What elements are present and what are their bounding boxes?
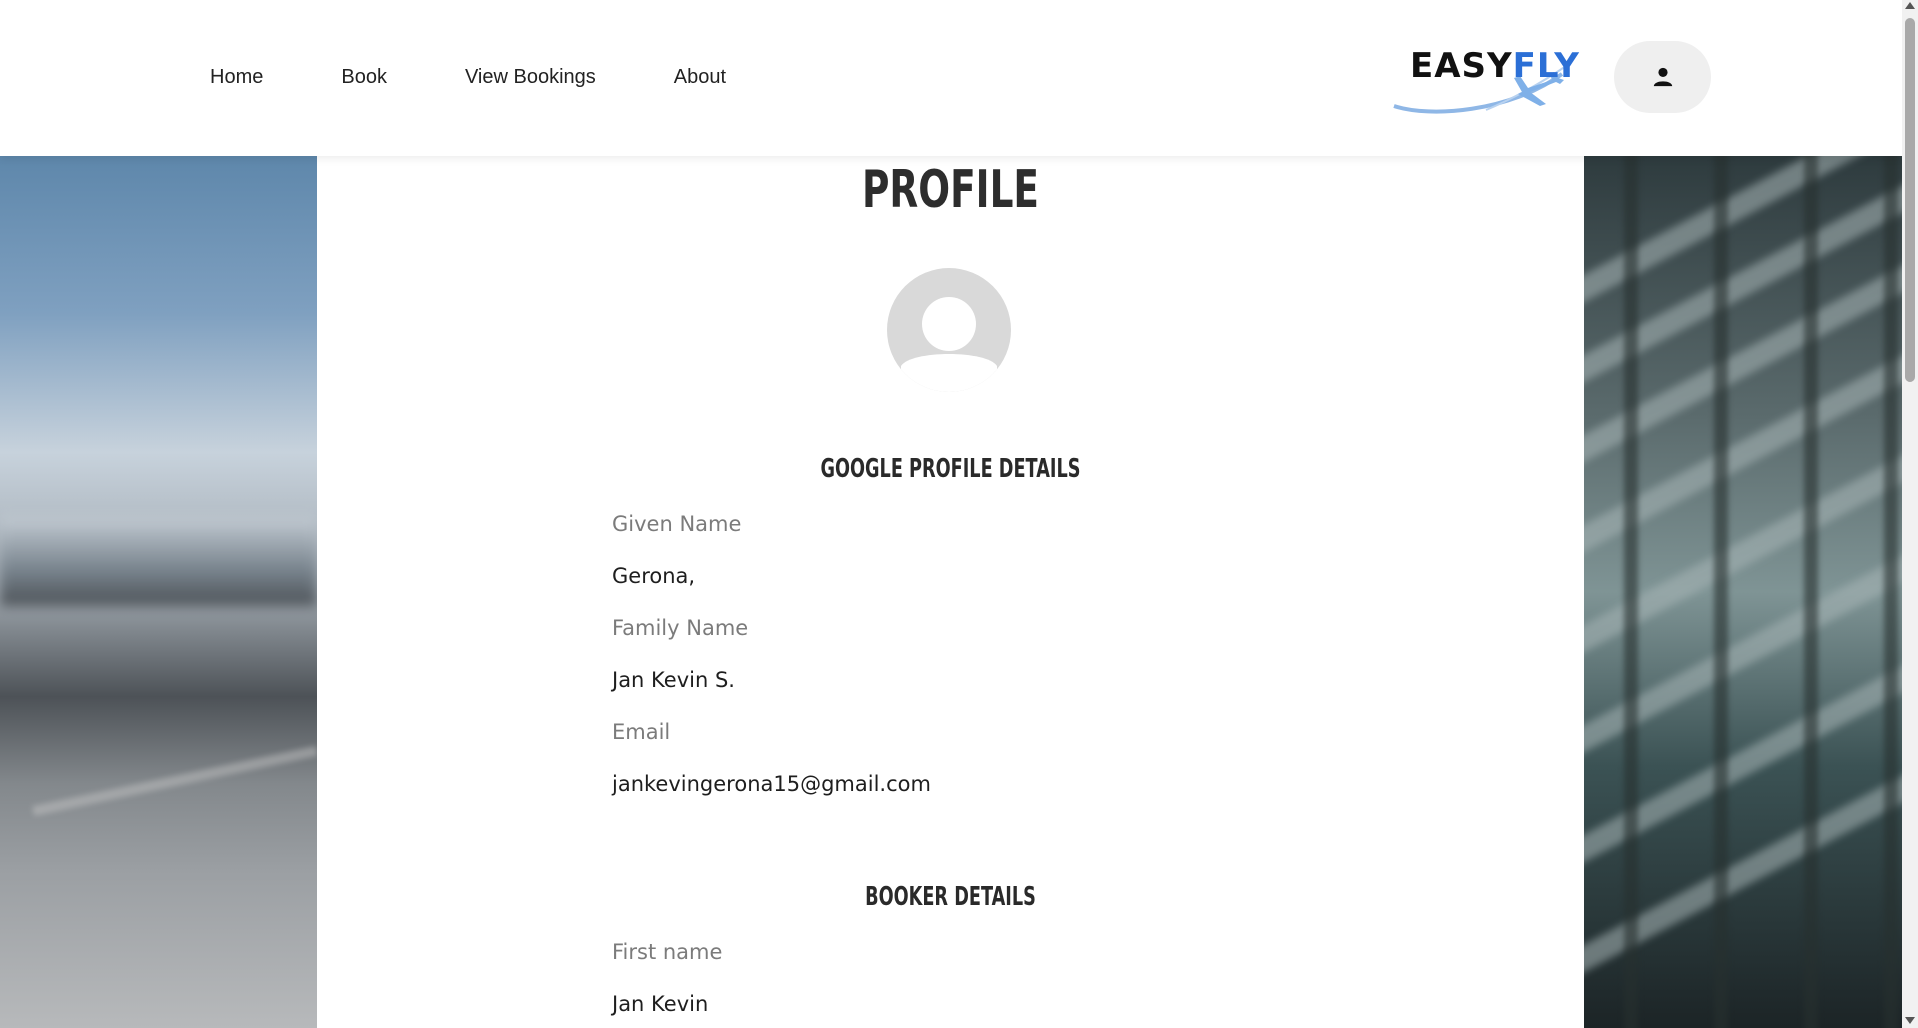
avatar (887, 268, 1011, 392)
user-icon (1653, 67, 1672, 87)
window-frame (1714, 156, 1728, 1028)
email-value: jankevingerona15@gmail.com (612, 772, 931, 796)
nav-view-bookings-link[interactable]: View Bookings (465, 66, 596, 89)
first-name-label: First name (612, 940, 723, 964)
booker-details-heading: BOOKER DETAILS (865, 882, 1036, 912)
given-name-label: Given Name (612, 512, 742, 536)
logo-wordmark: EASYFLY (1410, 46, 1580, 86)
vertical-scrollbar[interactable] (1902, 0, 1918, 1028)
default-avatar-icon (889, 270, 1009, 392)
road-marking (32, 745, 318, 817)
email-label: Email (612, 720, 671, 744)
family-name-label: Family Name (612, 616, 749, 640)
background-image-left (0, 156, 318, 1028)
scroll-thumb[interactable] (1905, 18, 1915, 382)
blurred-building (0, 516, 317, 606)
window-frame (1804, 156, 1818, 1028)
user-menu-button[interactable] (1614, 41, 1711, 113)
logo-easy-text: EASY (1410, 46, 1513, 86)
family-name-value: Jan Kevin S. (612, 668, 735, 692)
google-profile-heading: GOOGLE PROFILE DETAILS (820, 454, 1081, 484)
easyfly-logo[interactable]: EASYFLY (1390, 46, 1579, 122)
main-nav: Home Book View Bookings About (210, 66, 804, 89)
page-title: PROFILE (861, 160, 1040, 220)
scroll-up-arrow-icon[interactable] (1905, 2, 1915, 9)
logo-fly-text: FLY (1512, 46, 1580, 86)
window-frame (1624, 156, 1638, 1028)
top-navbar: Home Book View Bookings About EASYFLY (0, 0, 1902, 156)
nav-about-link[interactable]: About (674, 66, 726, 89)
nav-home-link[interactable]: Home (210, 66, 263, 89)
window-frame (1884, 156, 1898, 1028)
background-image-right (1584, 156, 1902, 1028)
scroll-down-arrow-icon[interactable] (1905, 1017, 1915, 1024)
first-name-value: Jan Kevin (612, 992, 709, 1016)
given-name-value: Gerona, (612, 564, 696, 588)
nav-book-link[interactable]: Book (341, 66, 387, 89)
profile-content: PROFILE GOOGLE PROFILE DETAILS Given Nam… (317, 156, 1584, 1028)
